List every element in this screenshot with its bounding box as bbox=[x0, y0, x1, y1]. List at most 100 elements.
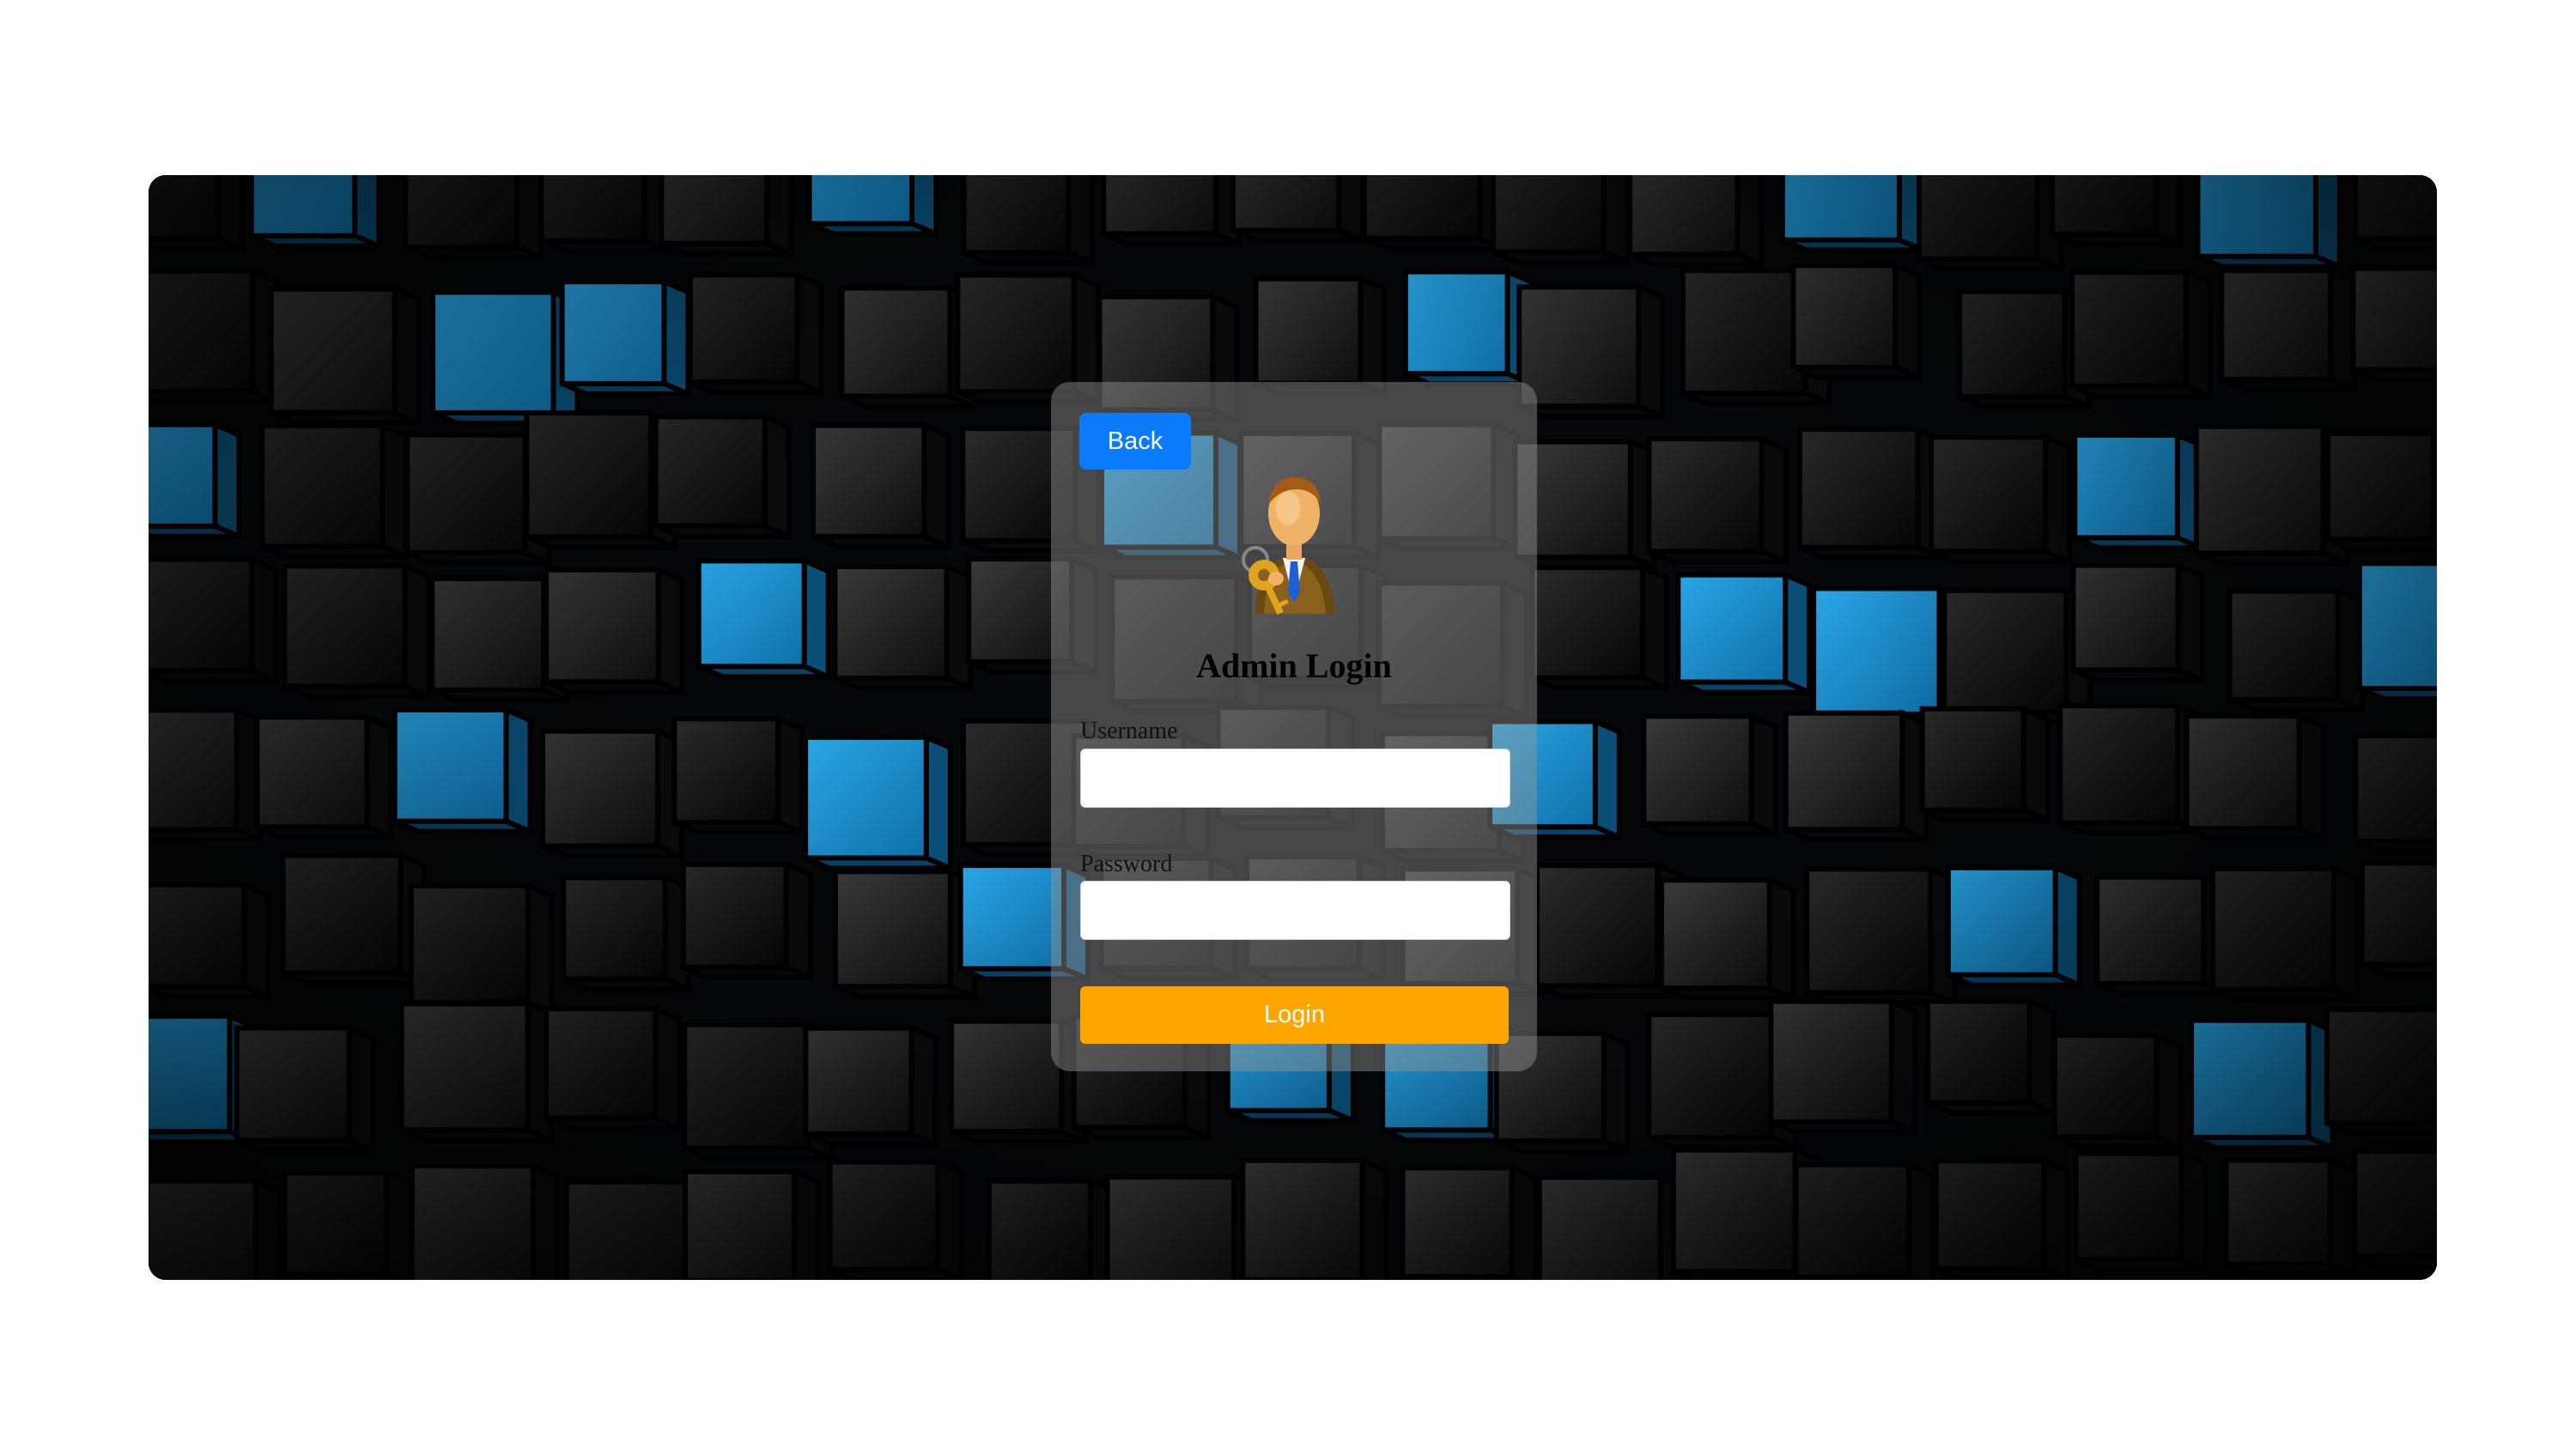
cube-side bbox=[2154, 1031, 2184, 1151]
dark-cube bbox=[282, 563, 408, 689]
dark-cube bbox=[149, 175, 222, 241]
cube-side bbox=[935, 1157, 965, 1280]
blue-cube bbox=[2189, 1017, 2312, 1140]
dark-cube bbox=[2219, 268, 2334, 383]
dark-cube bbox=[280, 852, 404, 976]
dark-cube bbox=[839, 285, 953, 399]
cube-side bbox=[1601, 175, 1631, 267]
dark-cube bbox=[1491, 175, 1607, 255]
blue-cube bbox=[149, 1013, 233, 1135]
cube-side bbox=[791, 1167, 821, 1280]
dark-cube bbox=[410, 1163, 536, 1280]
dark-cube bbox=[961, 175, 1072, 256]
dark-cube bbox=[1534, 863, 1661, 989]
password-field[interactable] bbox=[1080, 881, 1510, 940]
blue-cube bbox=[149, 421, 218, 529]
back-button[interactable]: Back bbox=[1079, 413, 1191, 470]
dark-cube bbox=[2227, 588, 2341, 702]
cube-side bbox=[252, 1177, 283, 1280]
dark-cube bbox=[1804, 866, 1934, 996]
login-button[interactable]: Login bbox=[1080, 986, 1509, 1044]
blue-cube bbox=[1675, 572, 1789, 685]
cube-side bbox=[908, 1024, 939, 1149]
blue-cube bbox=[2195, 175, 2318, 259]
blue-cube bbox=[559, 279, 667, 386]
dark-cube bbox=[2094, 874, 2207, 986]
cube-side bbox=[1636, 282, 1666, 421]
dark-cube bbox=[1529, 565, 1645, 681]
cube-side bbox=[923, 733, 953, 873]
dark-cube bbox=[2325, 431, 2437, 543]
blue-cube bbox=[1945, 864, 2058, 978]
dark-cube bbox=[1929, 434, 2049, 555]
dark-cube bbox=[2193, 423, 2326, 556]
dark-cube bbox=[398, 1001, 531, 1133]
dark-cube bbox=[1400, 1165, 1515, 1280]
dark-cube bbox=[1240, 1157, 1365, 1280]
dark-cube bbox=[659, 175, 770, 246]
dark-cube bbox=[268, 286, 398, 415]
cube-side bbox=[392, 285, 422, 427]
dark-cube bbox=[832, 869, 953, 990]
password-label: Password bbox=[1080, 851, 1173, 877]
dark-cube bbox=[429, 575, 547, 693]
cube-side bbox=[2296, 712, 2326, 843]
dark-cube bbox=[149, 882, 247, 990]
cube-side bbox=[249, 555, 279, 685]
cube-side bbox=[1358, 275, 1388, 398]
cube-side bbox=[1893, 261, 1923, 382]
dark-cube bbox=[1793, 1161, 1911, 1280]
dark-cube bbox=[538, 175, 647, 244]
cube-side bbox=[402, 561, 432, 701]
dark-cube bbox=[2223, 1157, 2333, 1267]
username-label: Username bbox=[1080, 718, 1178, 744]
dark-cube bbox=[2069, 270, 2189, 389]
dark-cube bbox=[1253, 276, 1364, 386]
cube-side bbox=[801, 556, 831, 681]
cube-side bbox=[794, 270, 824, 397]
blue-cube bbox=[806, 175, 914, 227]
dark-cube bbox=[1646, 436, 1765, 555]
cube-side bbox=[1888, 997, 1918, 1137]
cube-side bbox=[212, 421, 242, 541]
dark-cube bbox=[2049, 175, 2159, 237]
cube-side bbox=[783, 860, 813, 982]
cube-side bbox=[530, 1161, 560, 1280]
login-title: Admin Login bbox=[1196, 646, 1392, 685]
cube-side bbox=[2052, 864, 2082, 990]
username-field[interactable] bbox=[1080, 749, 1510, 808]
cube-side bbox=[2043, 433, 2073, 566]
cube-side bbox=[1735, 175, 1765, 269]
dark-cube bbox=[1101, 175, 1218, 237]
dark-cube bbox=[682, 1022, 811, 1151]
cube-side bbox=[2178, 1149, 2208, 1274]
dark-cube bbox=[404, 432, 528, 555]
cube-side bbox=[2041, 1156, 2071, 1280]
blue-cube bbox=[1402, 269, 1510, 377]
cube-side bbox=[764, 175, 794, 258]
dark-cube bbox=[1361, 175, 1483, 241]
cube-side bbox=[655, 566, 685, 696]
cube-side bbox=[1639, 563, 1669, 693]
blue-cube bbox=[430, 289, 556, 415]
cube-side bbox=[380, 421, 410, 561]
dark-cube bbox=[1933, 1158, 2047, 1271]
dark-cube bbox=[2210, 866, 2336, 992]
dark-cube bbox=[540, 728, 660, 849]
dark-cube bbox=[282, 1170, 390, 1277]
dark-cube bbox=[2184, 713, 2302, 832]
dark-cube bbox=[1783, 710, 1905, 833]
dark-cube bbox=[1768, 998, 1894, 1125]
dark-cube bbox=[1917, 175, 2040, 262]
dark-cube bbox=[1627, 175, 1741, 258]
dark-cube bbox=[1941, 587, 2069, 715]
blue-cube bbox=[1779, 175, 1902, 243]
dark-cube bbox=[149, 556, 255, 674]
cube-side bbox=[2020, 705, 2050, 825]
dark-cube bbox=[1230, 175, 1341, 233]
dark-cube bbox=[687, 272, 800, 385]
dark-cube bbox=[671, 716, 781, 825]
dark-cube bbox=[254, 714, 370, 830]
cube-side bbox=[2183, 268, 2213, 401]
dark-cube bbox=[1516, 284, 1642, 409]
